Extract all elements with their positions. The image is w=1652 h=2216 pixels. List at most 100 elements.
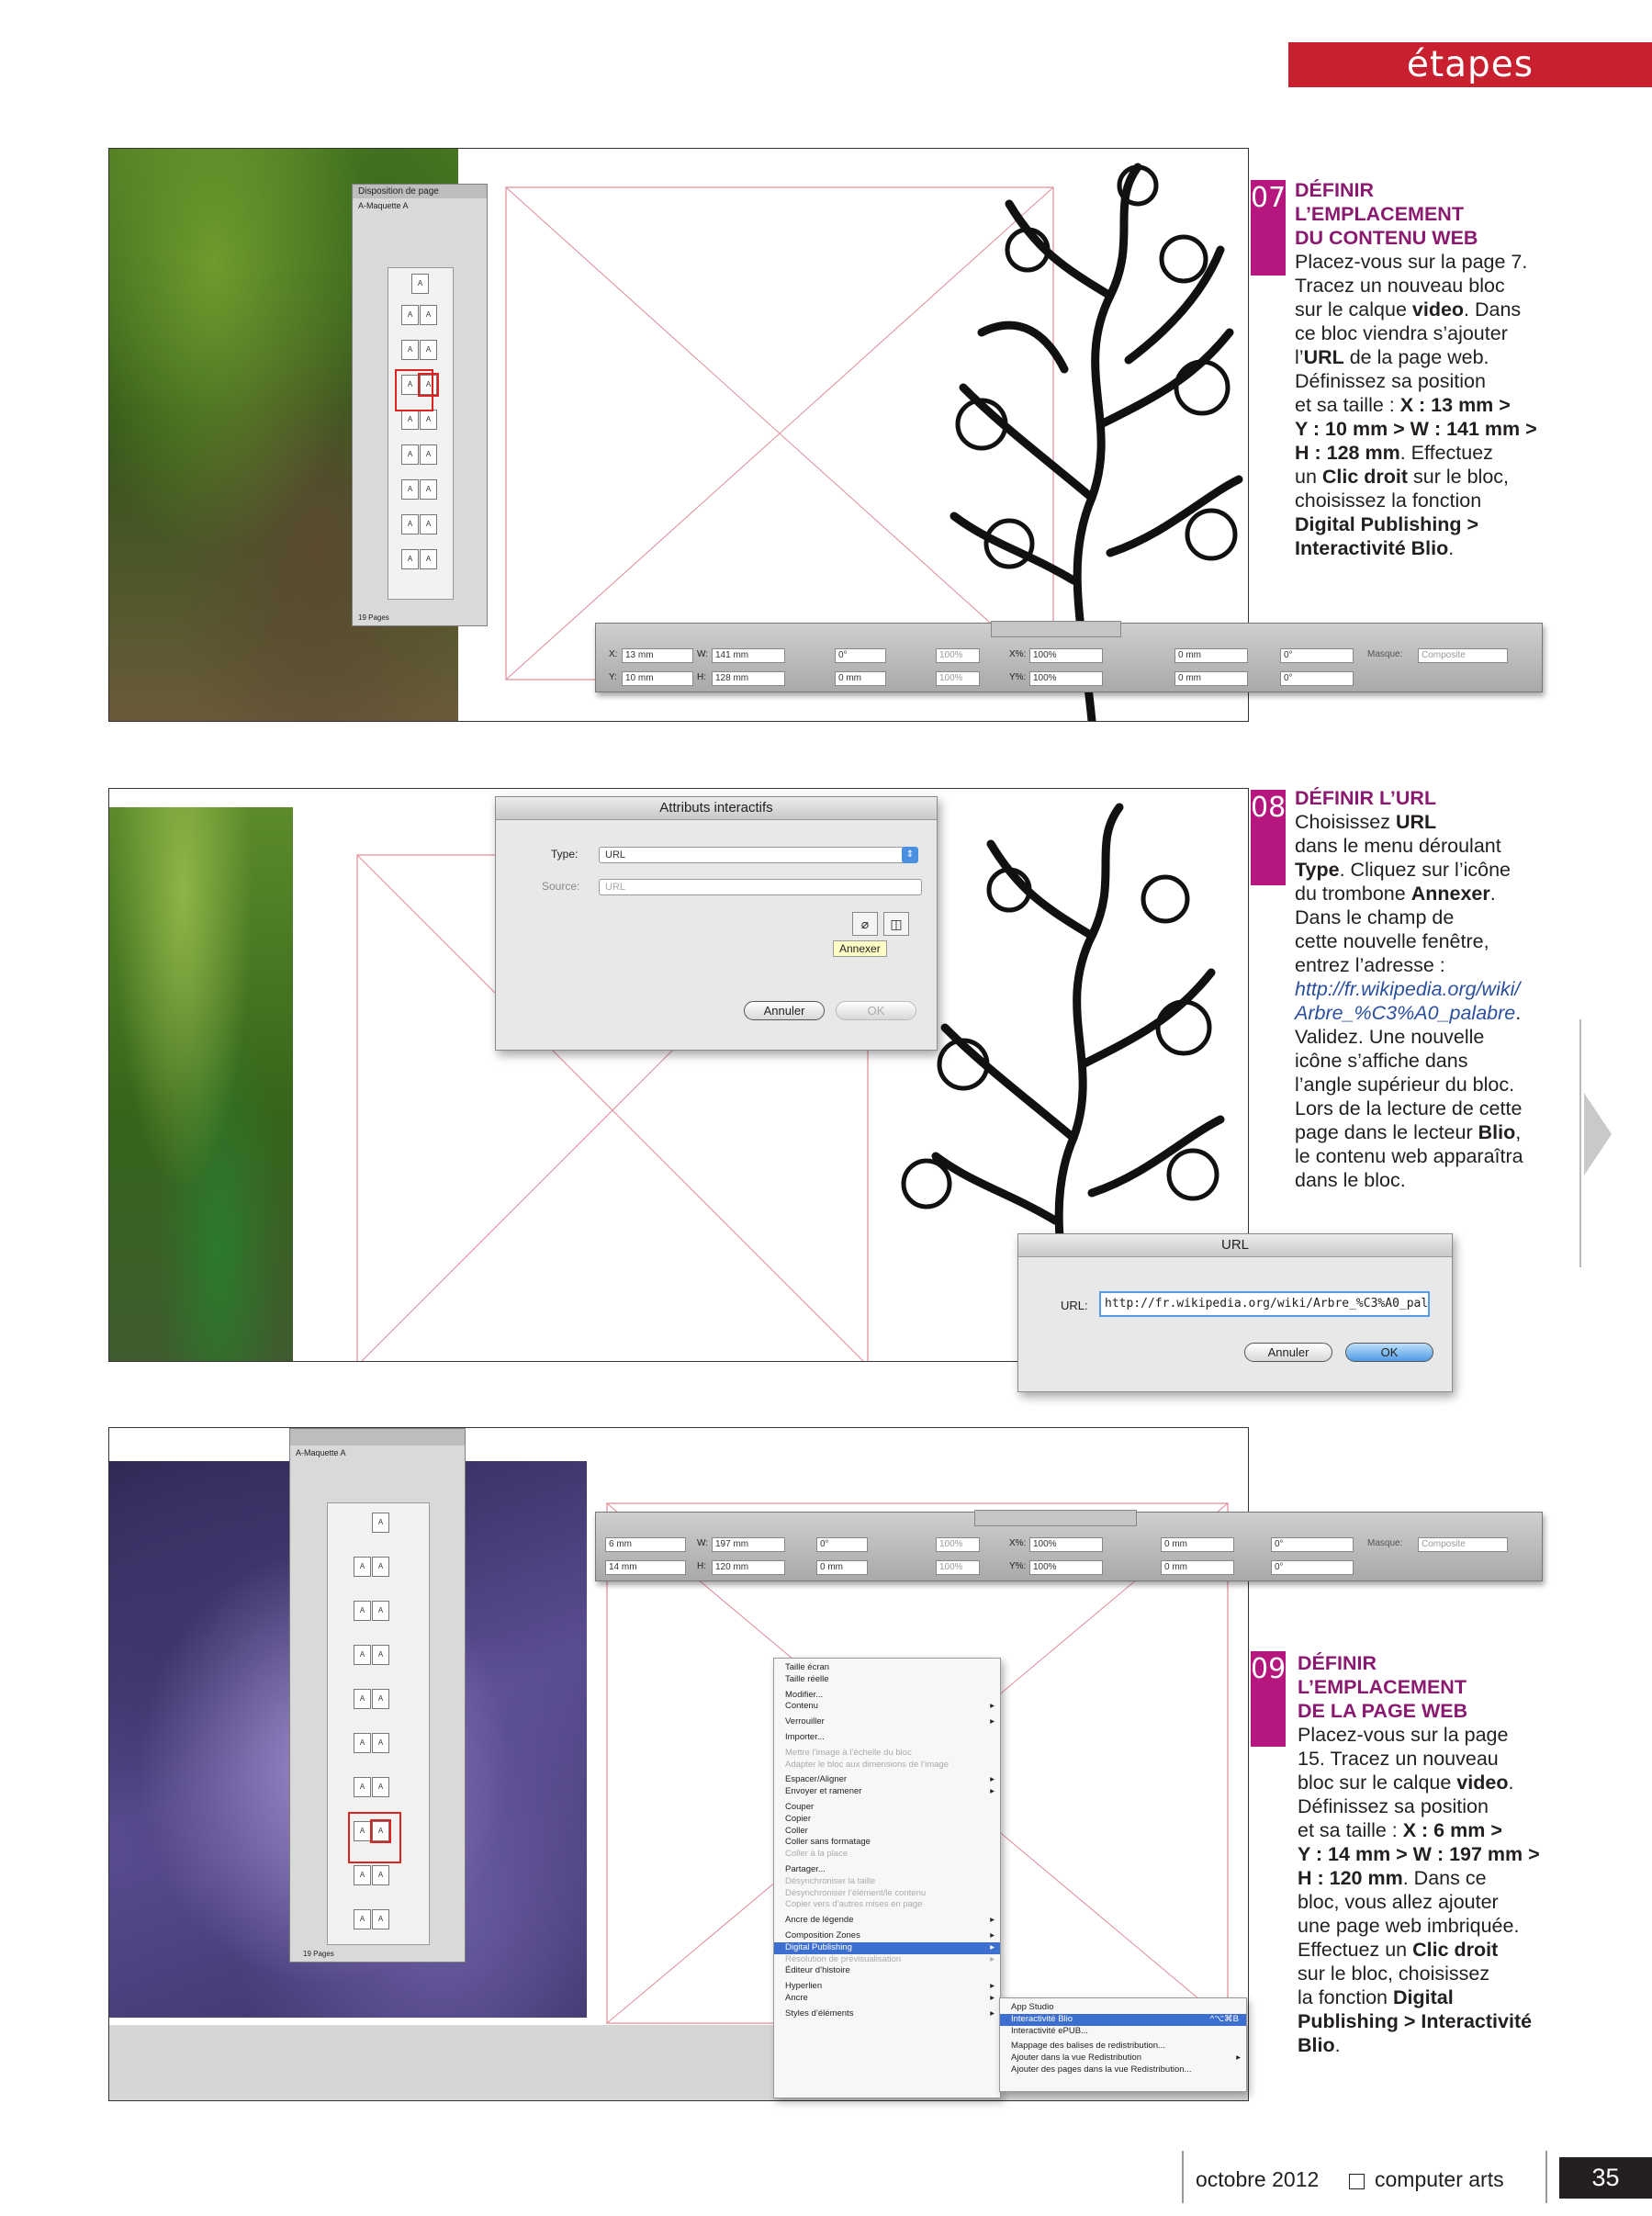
context-menu[interactable]: Taille écran Taille réelle Modifier... Cont…	[773, 1658, 1001, 2098]
menu-item[interactable]: Copier	[774, 1814, 1000, 1826]
menu-item[interactable]: Styles d’éléments ▸	[774, 2008, 1000, 2020]
menu-item[interactable]: Partager...	[774, 1864, 1000, 1876]
digital-publishing-submenu[interactable]: App Studio Interactivité Blio ^⌥⌘B Interact…	[999, 1997, 1247, 2092]
page-thumb[interactable]: A	[354, 1557, 371, 1577]
menu-item[interactable]: Interactivité ePUB...	[1000, 2026, 1246, 2038]
menu-item[interactable]: Contenu ▸	[774, 1701, 1000, 1713]
menu-item[interactable]: Modifier...	[774, 1690, 1000, 1702]
menu-item[interactable]: Espacer/Aligner ▸	[774, 1774, 1000, 1786]
link-text[interactable]: Arbre_%C3%A0_palabre	[1295, 1002, 1515, 1024]
x-field[interactable]: 6 mm	[605, 1537, 686, 1552]
offset-y-field[interactable]: 0 mm	[1174, 671, 1248, 686]
menu-item[interactable]: Importer...	[774, 1732, 1000, 1744]
chevron-down-icon[interactable]: ⇕	[902, 847, 918, 863]
menu-item[interactable]: Couper	[774, 1802, 1000, 1814]
pages-panel[interactable]: A-Maquette A A A A A A A A A A A A A A A…	[289, 1428, 466, 1963]
page-thumb[interactable]: A	[401, 444, 419, 465]
menu-item[interactable]: Digital Publishing ▸	[774, 1941, 1000, 1954]
source-select[interactable]: URL	[599, 879, 922, 895]
menu-item[interactable]: Coller	[774, 1826, 1000, 1838]
page-thumb[interactable]: A	[420, 340, 437, 360]
page-thumb[interactable]: A	[372, 1645, 389, 1665]
url-dialog[interactable]: URL URL: http://fr.wikipedia.org/wiki/Ar…	[1017, 1233, 1453, 1392]
page-thumb[interactable]: A	[354, 1777, 371, 1797]
control-bar[interactable]: X: 13 mm Y: 10 mm W: 141 mm H: 128 mm 0°…	[595, 621, 1543, 692]
menu-item[interactable]: Ancre ▸	[774, 1993, 1000, 2005]
menu-item[interactable]: Taille écran	[774, 1662, 1000, 1674]
menu-item[interactable]: Mappage des balises de redistribution...	[1000, 2041, 1246, 2053]
page-thumb[interactable]: A	[372, 1777, 389, 1797]
url-cancel-button[interactable]: Annuler	[1244, 1343, 1332, 1362]
page-thumb[interactable]: A	[372, 1513, 389, 1533]
page-thumb[interactable]: A	[372, 1601, 389, 1621]
page-thumb[interactable]: A	[372, 1909, 389, 1929]
page-thumb[interactable]: A	[420, 305, 437, 325]
page-thumb[interactable]: A	[401, 410, 419, 430]
menu-item[interactable]: Interactivité Blio ^⌥⌘B	[1000, 2013, 1246, 2026]
x-field[interactable]: 13 mm	[622, 648, 693, 663]
page-thumb[interactable]: A	[354, 1645, 371, 1665]
page-thumb[interactable]: A	[354, 1865, 371, 1885]
control-bar[interactable]: 6 mm 14 mm W: 197 mm H: 120 mm 0° 0 mm 1…	[595, 1510, 1543, 1581]
menu-item[interactable]: Envoyer et ramener ▸	[774, 1786, 1000, 1798]
offset-x-field[interactable]: 0 mm	[1161, 1537, 1234, 1552]
y-field[interactable]: 14 mm	[605, 1560, 686, 1575]
menu-item[interactable]: Taille réelle	[774, 1674, 1000, 1686]
page-thumb[interactable]: A	[420, 479, 437, 500]
menu-item[interactable]: Hyperlien ▸	[774, 1981, 1000, 1993]
page-thumb[interactable]: A	[354, 1689, 371, 1709]
w-field[interactable]: 141 mm	[712, 648, 785, 663]
rotation-field[interactable]: 0°	[816, 1537, 868, 1552]
url-input[interactable]: http://fr.wikipedia.org/wiki/Arbre_%C3%A…	[1099, 1291, 1430, 1317]
page-thumb[interactable]: A	[372, 1689, 389, 1709]
mask-select[interactable]: Composite	[1418, 648, 1508, 663]
menu-item[interactable]: Ajouter dans la vue Redistribution ▸	[1000, 2053, 1246, 2064]
page-thumb[interactable]: A	[401, 514, 419, 534]
y-field[interactable]: 10 mm	[622, 671, 693, 686]
scale-field[interactable]: 100%	[936, 648, 980, 663]
cancel-button[interactable]: Annuler	[744, 1001, 825, 1020]
page-thumb[interactable]: A	[372, 1865, 389, 1885]
page-thumb[interactable]: A	[354, 1733, 371, 1753]
stroke-field[interactable]: 0 mm	[835, 671, 886, 686]
menu-item[interactable]: Verrouiller ▸	[774, 1716, 1000, 1728]
menu-item[interactable]: App Studio	[1000, 2002, 1246, 2014]
page-thumb[interactable]: A	[401, 479, 419, 500]
page-thumb[interactable]: A	[354, 1909, 371, 1929]
mask-select[interactable]: Composite	[1418, 1537, 1508, 1552]
preview-icon[interactable]: ◫	[883, 912, 909, 936]
page-thumb[interactable]: A	[420, 444, 437, 465]
page-thumb[interactable]: A	[401, 549, 419, 569]
scale-field-2[interactable]: 100%	[936, 1560, 980, 1575]
menu-item[interactable]: Ajouter des pages dans la vue Redistribu…	[1000, 2064, 1246, 2076]
paperclip-icon[interactable]: ⌀	[852, 912, 878, 936]
angle-field[interactable]: 0°	[1280, 648, 1354, 663]
scale-y-field[interactable]: 100%	[1029, 671, 1103, 686]
page-thumb[interactable]: A	[372, 1557, 389, 1577]
master-page-item[interactable]: A-Maquette A	[290, 1445, 465, 1460]
scale-x-field[interactable]: 100%	[1029, 1537, 1103, 1552]
ok-button[interactable]: OK	[836, 1001, 916, 1020]
menu-item[interactable]: Composition Zones ▸	[774, 1930, 1000, 1942]
menu-item[interactable]: Éditeur d’histoire	[774, 1965, 1000, 1977]
interactive-attributes-dialog[interactable]: Attributs interactifs Type: URL ⇕ Source…	[495, 796, 938, 1051]
rotation-field[interactable]: 0°	[835, 648, 886, 663]
shear-field[interactable]: 0°	[1280, 671, 1354, 686]
url-ok-button[interactable]: OK	[1345, 1343, 1433, 1362]
w-field[interactable]: 197 mm	[712, 1537, 785, 1552]
shear-field[interactable]: 0°	[1271, 1560, 1354, 1575]
page-thumb[interactable]: A	[372, 1733, 389, 1753]
page-thumb[interactable]: A	[411, 274, 429, 294]
scale-y-field[interactable]: 100%	[1029, 1560, 1103, 1575]
offset-y-field[interactable]: 0 mm	[1161, 1560, 1234, 1575]
menu-item[interactable]: Coller sans formatage	[774, 1837, 1000, 1849]
page-thumb[interactable]: A	[401, 340, 419, 360]
scale-x-field[interactable]: 100%	[1029, 648, 1103, 663]
page-thumb[interactable]: A	[401, 305, 419, 325]
angle-field[interactable]: 0°	[1271, 1537, 1354, 1552]
page-thumb[interactable]: A	[420, 410, 437, 430]
stroke-field[interactable]: 0 mm	[816, 1560, 868, 1575]
type-select[interactable]: URL	[599, 847, 905, 863]
page-thumb[interactable]: A	[420, 514, 437, 534]
master-page-item[interactable]: A-Maquette A	[353, 198, 487, 213]
